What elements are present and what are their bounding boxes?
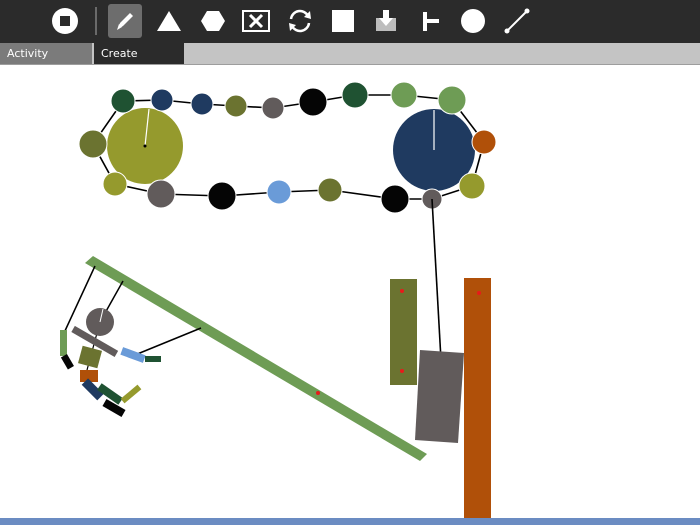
polygon-tool-button[interactable] <box>196 4 230 38</box>
triangle-icon <box>157 11 181 31</box>
physics-canvas[interactable] <box>0 65 700 518</box>
pencil-icon <box>117 13 133 30</box>
tab-create[interactable]: Create <box>94 43 184 64</box>
delete-icon <box>242 10 270 32</box>
line-icon <box>504 8 530 34</box>
triangle-tool-button[interactable] <box>152 4 186 38</box>
box-tool-button[interactable] <box>326 4 360 38</box>
joint-icon <box>423 12 439 31</box>
circle-tool-button[interactable] <box>456 4 490 38</box>
square-icon <box>332 10 354 32</box>
hanging-block[interactable] <box>415 350 464 443</box>
tab-activity[interactable]: Activity <box>0 43 92 64</box>
joint-tool-button[interactable] <box>413 4 447 38</box>
hexagon-icon <box>201 11 225 31</box>
save-tool-button[interactable] <box>369 4 403 38</box>
toolbar <box>0 0 700 43</box>
stop-icon <box>52 8 78 34</box>
line-tool-button[interactable] <box>500 4 534 38</box>
delete-tool-button[interactable] <box>239 4 273 38</box>
plank-joint <box>316 391 320 395</box>
rotate-icon <box>289 9 311 33</box>
olive-block-joint-top <box>400 289 404 293</box>
olive-block[interactable] <box>390 279 417 385</box>
bottom-strip <box>0 518 700 525</box>
circle-icon <box>461 9 485 33</box>
pillar-joint <box>477 291 481 295</box>
tab-bar: Activity Create <box>0 43 700 65</box>
rotate-tool-button[interactable] <box>283 4 317 38</box>
olive-block-joint-bottom <box>400 369 404 373</box>
pencil-tool-button[interactable] <box>108 4 142 38</box>
rope <box>431 198 442 361</box>
orange-pillar[interactable] <box>464 278 491 518</box>
download-icon <box>376 10 396 31</box>
toolbar-separator <box>95 7 97 35</box>
stop-button[interactable] <box>48 4 82 38</box>
